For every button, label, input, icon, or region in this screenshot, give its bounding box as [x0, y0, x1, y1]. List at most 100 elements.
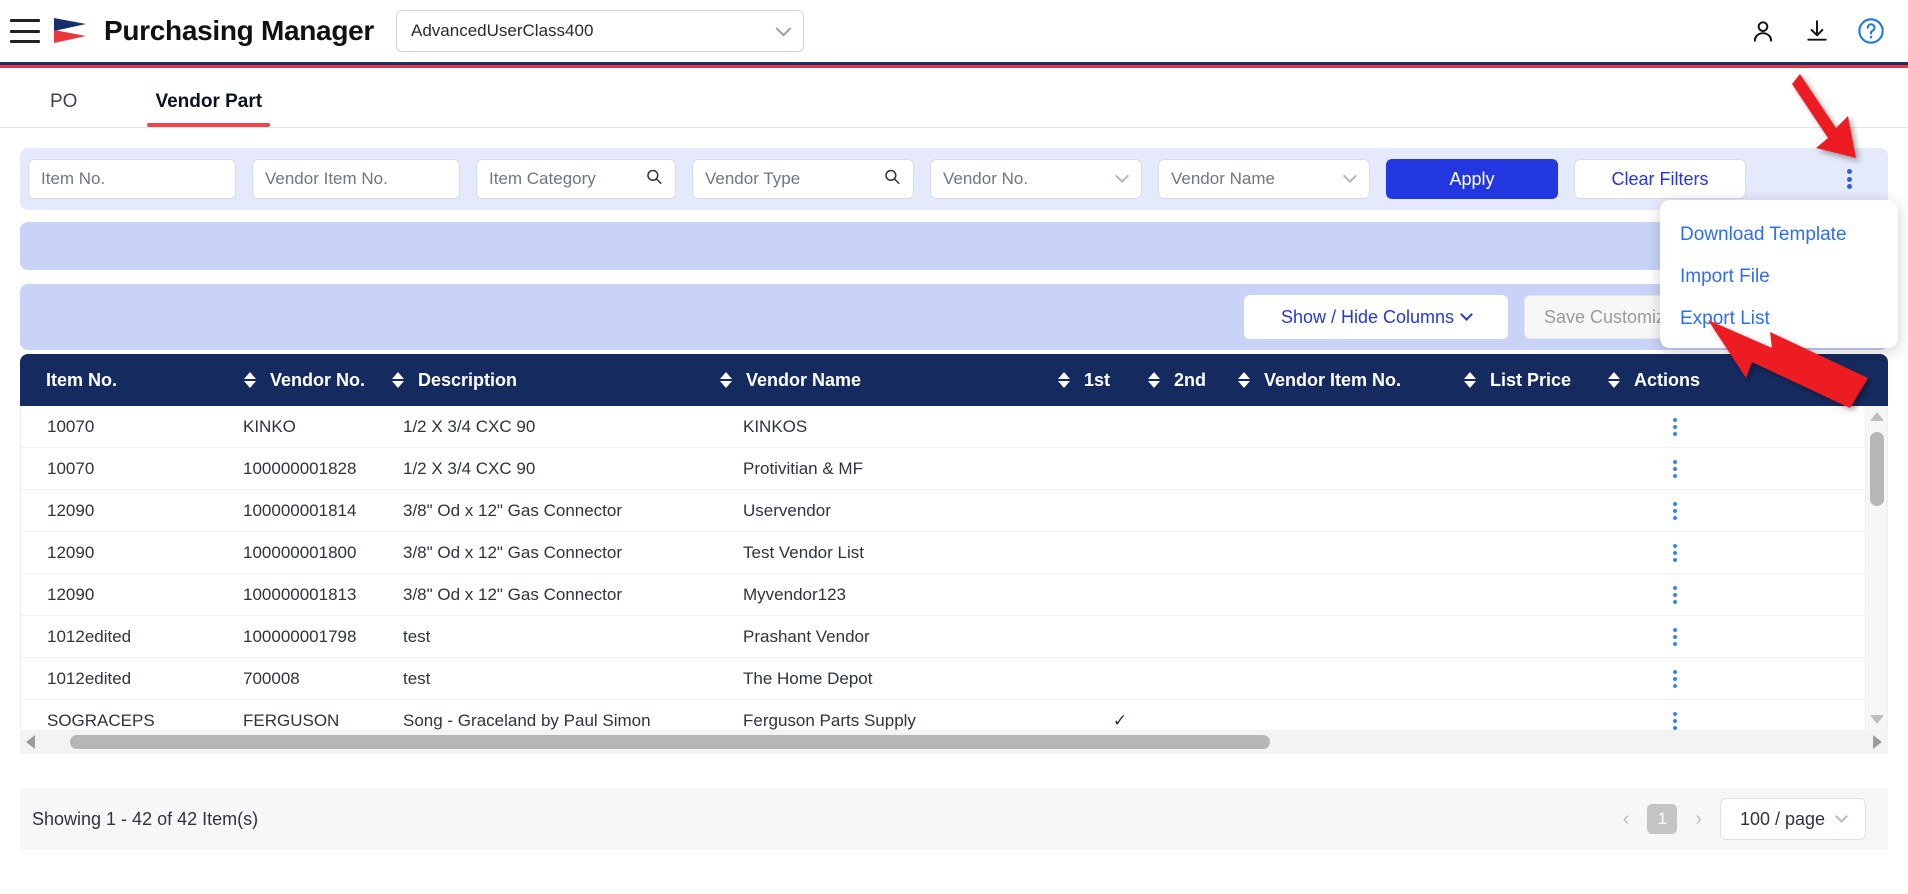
user-icon[interactable] [1748, 16, 1778, 46]
chevron-down-icon [1460, 307, 1473, 321]
cell-vendor-no: KINKO [243, 416, 296, 436]
table-row[interactable]: 10070 100000001828 1/2 X 3/4 CXC 90 Prot… [21, 448, 1887, 490]
tab-vendor-part[interactable]: Vendor Part [147, 91, 270, 127]
scroll-up-icon[interactable] [1869, 412, 1884, 421]
row-actions-kebab-icon[interactable] [1664, 542, 1686, 564]
row-actions-kebab-icon[interactable] [1664, 710, 1686, 731]
sort-toggle-item-no[interactable] [242, 372, 258, 388]
table-row[interactable]: 12090 100000001800 3/8" Od x 12" Gas Con… [21, 532, 1887, 574]
apply-button[interactable]: Apply [1386, 159, 1558, 199]
menu-item-download-template[interactable]: Download Template [1660, 214, 1898, 256]
cell-description: test [403, 668, 431, 688]
table-row[interactable]: 1012edited 100000001798 test Prashant Ve… [21, 616, 1887, 658]
next-page-button[interactable]: › [1695, 808, 1702, 831]
prev-page-button[interactable]: ‹ [1623, 808, 1630, 831]
cell-vendor-item-no [1231, 532, 1459, 573]
cell-list-price [1459, 532, 1615, 573]
vendor-no-select[interactable]: Vendor No. [930, 159, 1142, 199]
row-actions-kebab-icon[interactable] [1664, 668, 1686, 690]
scroll-right-icon[interactable] [1873, 735, 1882, 749]
search-icon [645, 168, 663, 191]
cell-list-price [1459, 616, 1615, 657]
column-header-description[interactable]: Description [418, 354, 718, 406]
table-row[interactable]: 1012edited 700008 test The Home Depot [21, 658, 1887, 700]
scroll-down-icon[interactable] [1869, 715, 1884, 724]
show-hide-columns-button[interactable]: Show / Hide Columns [1244, 295, 1508, 339]
page-number-1[interactable]: 1 [1647, 804, 1678, 834]
data-table: Item No. Vendor No. Description Vendor N… [20, 354, 1888, 772]
scroll-left-icon[interactable] [26, 735, 35, 749]
user-class-select[interactable]: AdvancedUserClass400 [396, 10, 805, 52]
sort-toggle-vendor-item-no[interactable] [1462, 372, 1478, 388]
cell-actions [1615, 406, 1735, 447]
row-actions-kebab-icon[interactable] [1664, 416, 1686, 438]
chevron-down-icon [1114, 169, 1130, 184]
sort-toggle-2nd[interactable] [1236, 372, 1252, 388]
row-actions-kebab-icon[interactable] [1664, 458, 1686, 480]
table-row[interactable]: 12090 100000001814 3/8" Od x 12" Gas Con… [21, 490, 1887, 532]
sort-toggle-vendor-name[interactable] [1056, 372, 1072, 388]
cell-item-no: 1012edited [47, 668, 132, 688]
vendor-type-input[interactable]: Vendor Type [692, 159, 914, 199]
column-label: 2nd [1174, 369, 1207, 390]
result-count-label: Showing 1 - 42 of 42 Item(s) [32, 808, 259, 829]
column-header-item-no[interactable]: Item No. [20, 354, 242, 406]
vendor-name-placeholder: Vendor Name [1171, 169, 1275, 188]
row-actions-kebab-icon[interactable] [1664, 626, 1686, 648]
sort-toggle-description[interactable] [718, 372, 734, 388]
cell-item-no: 1012edited [47, 626, 132, 646]
row-actions-kebab-icon[interactable] [1664, 500, 1686, 522]
table-body: 10070 KINKO 1/2 X 3/4 CXC 90 KINKOS 1007… [20, 406, 1888, 730]
item-no-input[interactable]: Item No. [28, 159, 236, 199]
column-header-list-price[interactable]: List Price [1490, 354, 1606, 406]
download-icon[interactable] [1802, 16, 1832, 46]
kebab-menu-icon[interactable] [1838, 166, 1860, 192]
column-header-1st[interactable]: 1st [1084, 354, 1146, 406]
export-context-menu: Download Template Import File Export Lis… [1660, 200, 1898, 348]
item-category-placeholder: Item Category [489, 169, 596, 188]
per-page-select[interactable]: 100 / page [1720, 798, 1866, 840]
clear-filters-button[interactable]: Clear Filters [1574, 159, 1746, 199]
column-header-vendor-no[interactable]: Vendor No. [270, 354, 390, 406]
hamburger-icon[interactable] [10, 19, 40, 43]
item-no-placeholder: Item No. [41, 169, 106, 188]
item-category-input[interactable]: Item Category [476, 159, 676, 199]
cell-2nd [1157, 700, 1231, 730]
header-icon-group [1748, 16, 1886, 46]
cell-description: Song - Graceland by Paul Simon [403, 710, 651, 730]
table-vertical-scrollbar[interactable] [1865, 406, 1887, 730]
cell-1st [1083, 448, 1157, 489]
selection-bar [20, 222, 1888, 270]
column-label: Vendor No. [270, 369, 366, 390]
cell-1st [1083, 406, 1157, 447]
column-header-2nd[interactable]: 2nd [1174, 354, 1236, 406]
table-horizontal-scrollbar[interactable] [20, 730, 1888, 754]
vendor-item-no-input[interactable]: Vendor Item No. [252, 159, 460, 199]
table-row[interactable]: 12090 100000001813 3/8" Od x 12" Gas Con… [21, 574, 1887, 616]
per-page-label: 100 / page [1739, 808, 1826, 829]
menu-item-import-file[interactable]: Import File [1660, 256, 1898, 298]
cell-list-price [1459, 700, 1615, 730]
chevron-down-icon [1835, 809, 1848, 823]
menu-item-export-list[interactable]: Export List [1660, 298, 1898, 340]
help-icon[interactable] [1856, 16, 1886, 46]
cell-vendor-item-no [1231, 658, 1459, 699]
column-header-vendor-name[interactable]: Vendor Name [746, 354, 1056, 406]
cell-vendor-no: FERGUSON [243, 710, 340, 730]
cell-description: 3/8" Od x 12" Gas Connector [403, 542, 623, 562]
table-row[interactable]: SOGRACEPS FERGUSON Song - Graceland by P… [21, 700, 1887, 730]
table-header-row: Item No. Vendor No. Description Vendor N… [20, 354, 1888, 406]
table-footer: Showing 1 - 42 of 42 Item(s) ‹ 1 › 100 /… [20, 788, 1888, 850]
cell-1st [1083, 490, 1157, 531]
cell-2nd [1157, 616, 1231, 657]
vendor-name-select[interactable]: Vendor Name [1158, 159, 1370, 199]
row-actions-kebab-icon[interactable] [1664, 584, 1686, 606]
table-row[interactable]: 10070 KINKO 1/2 X 3/4 CXC 90 KINKOS [21, 406, 1887, 448]
tab-po[interactable]: PO [42, 91, 85, 127]
scrollbar-thumb[interactable] [1870, 432, 1884, 506]
column-header-vendor-item-no[interactable]: Vendor Item No. [1264, 354, 1462, 406]
scrollbar-thumb[interactable] [70, 735, 1270, 749]
sort-toggle-vendor-no[interactable] [390, 372, 406, 388]
sort-toggle-list-price[interactable] [1606, 372, 1622, 388]
sort-toggle-1st[interactable] [1146, 372, 1162, 388]
